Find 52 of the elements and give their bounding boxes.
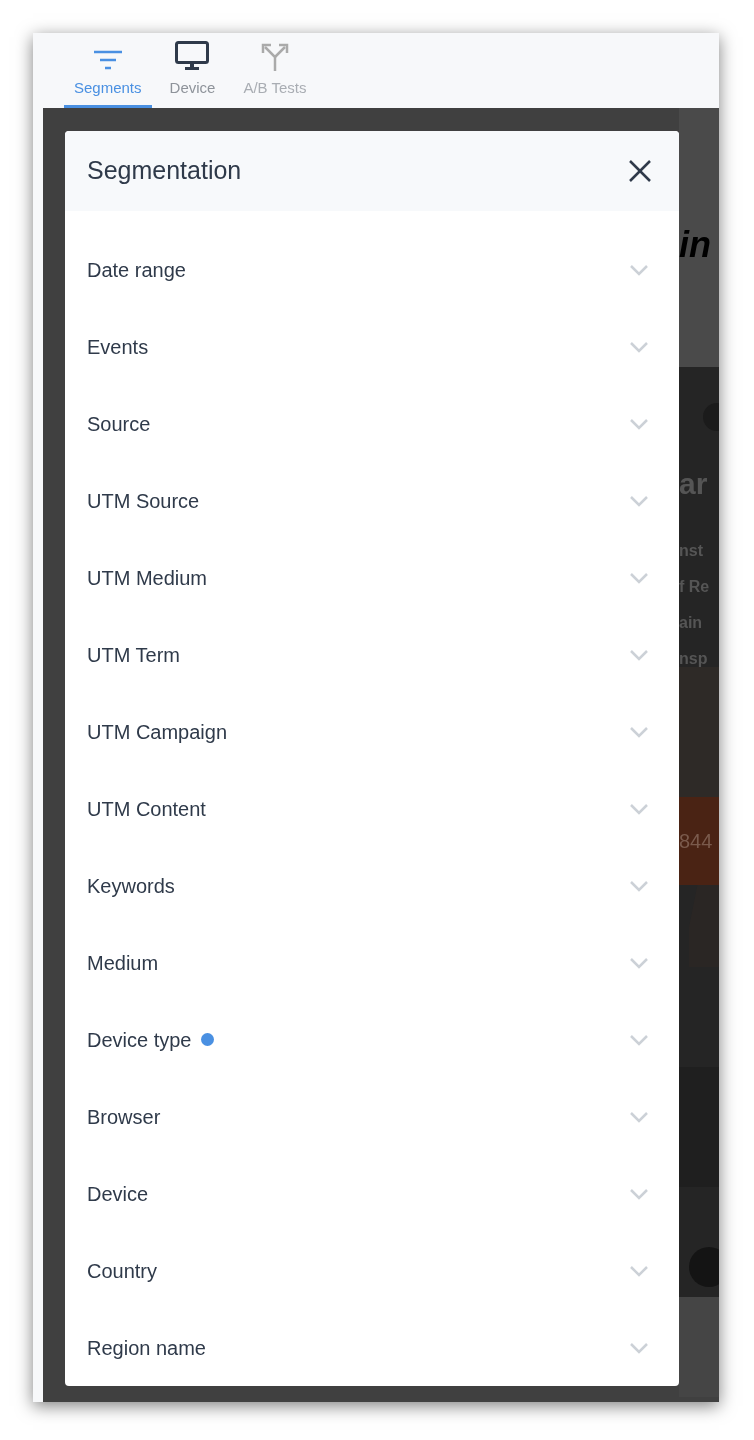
filter-label: Browser [87, 1104, 161, 1130]
filter-row[interactable]: UTM Campaign [65, 693, 679, 770]
filter-label: Device type [87, 1027, 192, 1053]
chevron-down-icon [629, 263, 649, 276]
chevron-down-icon [629, 571, 649, 584]
filter-row[interactable]: UTM Medium [65, 539, 679, 616]
filter-label: Region name [87, 1335, 206, 1361]
chevron-down-icon [629, 1033, 649, 1046]
filter-row[interactable]: UTM Content [65, 770, 679, 847]
filter-label: Events [87, 334, 149, 360]
phone-number: 844 [679, 829, 713, 854]
filter-label: UTM Campaign [87, 719, 228, 745]
chevron-down-icon [629, 802, 649, 815]
filter-row[interactable]: UTM Term [65, 616, 679, 693]
chevron-down-icon [629, 417, 649, 430]
chevron-down-icon [629, 1341, 649, 1354]
filter-label: Device [87, 1181, 149, 1207]
chevron-down-icon [629, 648, 649, 661]
filter-row[interactable]: Device [65, 1155, 679, 1232]
monitor-icon [175, 40, 210, 71]
filter-label: UTM Term [87, 642, 180, 668]
chevron-down-icon [629, 879, 649, 892]
chevron-down-icon [629, 494, 649, 507]
page-heading: in [679, 223, 711, 267]
filter-label: Keywords [87, 873, 175, 899]
filter-label: Medium [87, 950, 159, 976]
split-arrow-icon [260, 42, 289, 71]
filter-row[interactable]: Browser [65, 1078, 679, 1155]
filter-row[interactable]: Date range [65, 231, 679, 308]
filter-row[interactable]: Device type [65, 1001, 679, 1078]
chevron-down-icon [629, 725, 649, 738]
filter-row[interactable]: Country [65, 1232, 679, 1309]
filter-label: Date range [87, 257, 186, 283]
filter-label: Source [87, 411, 151, 437]
filter-row[interactable]: Region name [65, 1309, 679, 1386]
chevron-down-icon [629, 1187, 649, 1200]
filter-icon [93, 48, 122, 71]
close-icon[interactable] [627, 158, 653, 184]
filter-row[interactable]: UTM Source [65, 462, 679, 539]
chevron-down-icon [629, 956, 649, 969]
filter-row[interactable]: Source [65, 385, 679, 462]
filter-row[interactable]: Medium [65, 924, 679, 1001]
filter-row[interactable]: Keywords [65, 847, 679, 924]
filter-label: UTM Content [87, 796, 206, 822]
chevron-down-icon [629, 1110, 649, 1123]
filter-label: UTM Medium [87, 565, 207, 591]
filter-row[interactable]: Events [65, 308, 679, 385]
chevron-down-icon [629, 340, 649, 353]
chevron-down-icon [629, 1264, 649, 1277]
modal-title: Segmentation [87, 155, 242, 187]
filter-label: UTM Source [87, 488, 200, 514]
filter-label: Country [87, 1258, 158, 1284]
